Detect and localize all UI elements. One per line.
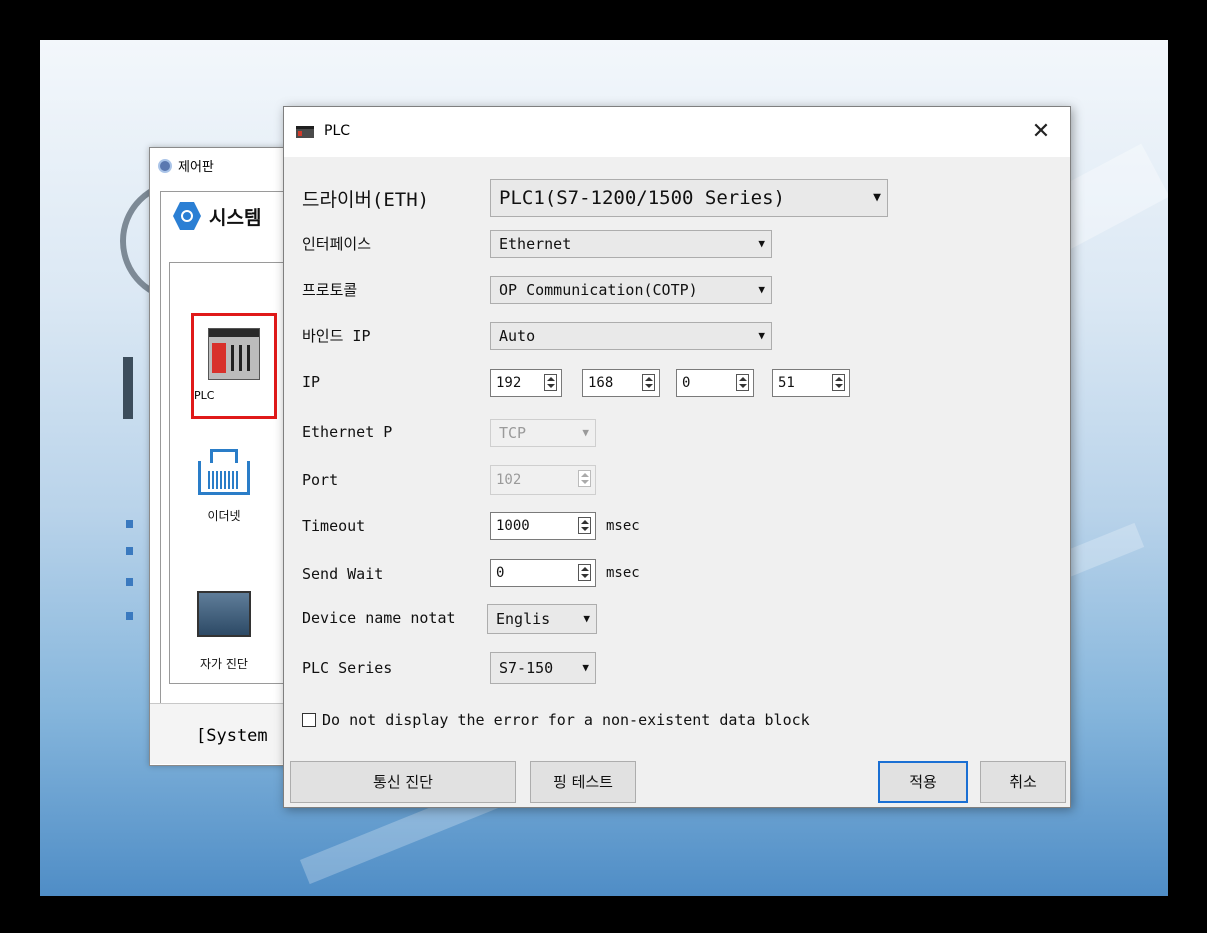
background-bullet xyxy=(126,578,133,586)
spinner-icon[interactable] xyxy=(642,374,655,391)
ethernet-item[interactable]: 이더넷 xyxy=(184,449,264,524)
plc-series-dropdown[interactable]: S7-150 ▼ xyxy=(490,652,596,684)
chevron-down-icon: ▼ xyxy=(758,329,765,342)
plc-series-value: S7-150 xyxy=(499,659,554,677)
chevron-down-icon: ▼ xyxy=(758,237,765,250)
system-footer-text: [System xyxy=(196,726,268,746)
timeout-input[interactable]: 1000 xyxy=(490,512,596,540)
background-bullet xyxy=(126,612,133,620)
background-monitor xyxy=(123,357,133,419)
spinner-icon[interactable] xyxy=(544,374,557,391)
ip-octet-1[interactable]: 192 xyxy=(490,369,562,397)
chevron-down-icon: ▼ xyxy=(873,190,881,205)
send-wait-value: 0 xyxy=(496,565,505,581)
device-name-notation-dropdown[interactable]: Englis ▼ xyxy=(487,604,597,634)
diagnosis-chart-icon xyxy=(197,591,251,637)
driver-label: 드라이버(ETH) xyxy=(302,189,430,211)
background-bullet xyxy=(126,547,133,555)
bind-ip-label: 바인드 IP xyxy=(302,327,371,345)
close-icon[interactable]: ✕ xyxy=(1026,117,1056,147)
send-wait-label: Send Wait xyxy=(302,565,384,583)
cancel-button[interactable]: 취소 xyxy=(980,761,1066,803)
self-diagnosis-item[interactable]: 자가 진단 xyxy=(184,591,264,672)
ip-octet-4-value: 51 xyxy=(778,375,795,391)
chevron-down-icon: ▼ xyxy=(582,661,589,674)
send-wait-input[interactable]: 0 xyxy=(490,559,596,587)
chevron-down-icon: ▼ xyxy=(758,283,765,296)
comm-diagnosis-button[interactable]: 통신 진단 xyxy=(290,761,516,803)
timeout-label: Timeout xyxy=(302,517,366,535)
driver-value: PLC1(S7-1200/1500 Series) xyxy=(499,187,785,209)
plc-dialog: PLC ✕ 드라이버(ETH) PLC1(S7-1200/1500 Series… xyxy=(283,106,1071,808)
spinner-icon[interactable] xyxy=(578,470,591,487)
protocol-label: 프로토콜 xyxy=(302,281,358,299)
chevron-down-icon: ▼ xyxy=(583,612,590,625)
device-name-notation-label: Device name notat xyxy=(302,609,456,627)
nonexistent-block-label: Do not display the error for a non-exist… xyxy=(322,711,810,729)
port-value: 102 xyxy=(496,472,522,488)
system-header-label: 시스템 xyxy=(209,206,262,229)
interface-label: 인터페이스 xyxy=(302,235,372,253)
plc-icon xyxy=(296,126,314,138)
ethernet-icon xyxy=(194,449,254,495)
protocol-dropdown[interactable]: OP Communication(COTP) ▼ xyxy=(490,276,772,304)
background-bullet xyxy=(126,520,133,528)
plc-icon xyxy=(208,328,260,380)
chevron-down-icon: ▼ xyxy=(582,426,589,439)
protocol-value: OP Communication(COTP) xyxy=(499,281,698,299)
ethernet-protocol-dropdown[interactable]: TCP ▼ xyxy=(490,419,596,447)
plc-item-label: PLC xyxy=(194,389,215,402)
ethernet-item-label: 이더넷 xyxy=(207,509,241,523)
spinner-icon[interactable] xyxy=(578,517,591,534)
timeout-unit: msec xyxy=(606,518,640,534)
nonexistent-block-option[interactable]: Do not display the error for a non-exist… xyxy=(302,711,810,729)
gear-icon xyxy=(158,158,172,173)
bind-ip-value: Auto xyxy=(499,327,536,345)
spinner-icon[interactable] xyxy=(578,564,591,581)
ip-label: IP xyxy=(302,373,321,391)
ip-octet-2-value: 168 xyxy=(588,375,614,391)
control-panel-footer: [System xyxy=(150,703,300,764)
checkbox[interactable] xyxy=(302,713,316,727)
spinner-icon[interactable] xyxy=(736,374,749,391)
plc-item[interactable]: PLC xyxy=(191,313,277,419)
ip-octet-4[interactable]: 51 xyxy=(772,369,850,397)
ip-octet-3[interactable]: 0 xyxy=(676,369,754,397)
ethernet-protocol-value: TCP xyxy=(499,424,527,442)
plc-dialog-titlebar: PLC ✕ xyxy=(284,107,1070,157)
driver-dropdown[interactable]: PLC1(S7-1200/1500 Series) ▼ xyxy=(490,179,888,217)
self-diagnosis-item-label: 자가 진단 xyxy=(200,657,248,671)
control-panel-window: 제어판 시스템 PLC 이더넷 자가 진단 [System xyxy=(149,147,301,766)
ping-test-button[interactable]: 핑 테스트 xyxy=(530,761,636,803)
control-panel-icon-list: PLC 이더넷 자가 진단 xyxy=(169,262,300,684)
interface-value: Ethernet xyxy=(499,235,572,253)
apply-button[interactable]: 적용 xyxy=(878,761,968,803)
dialog-title: PLC xyxy=(324,123,351,139)
ip-octet-2[interactable]: 168 xyxy=(582,369,660,397)
port-input[interactable]: 102 xyxy=(490,465,596,495)
ip-octet-3-value: 0 xyxy=(682,375,691,391)
settings-icon xyxy=(173,202,201,230)
send-wait-unit: msec xyxy=(606,565,640,581)
timeout-value: 1000 xyxy=(496,518,530,534)
ethernet-protocol-label: Ethernet P xyxy=(302,423,393,441)
ip-octet-1-value: 192 xyxy=(496,375,522,391)
port-label: Port xyxy=(302,471,339,489)
spinner-icon[interactable] xyxy=(832,374,845,391)
control-panel-title: 제어판 xyxy=(178,160,214,175)
plc-series-label: PLC Series xyxy=(302,659,393,677)
device-name-notation-value: Englis xyxy=(496,610,551,628)
control-panel-titlebar: 제어판 xyxy=(158,156,214,175)
system-header: 시스템 xyxy=(173,202,261,230)
interface-dropdown[interactable]: Ethernet ▼ xyxy=(490,230,772,258)
control-panel-body: 시스템 PLC 이더넷 자가 진단 xyxy=(160,191,301,738)
bind-ip-dropdown[interactable]: Auto ▼ xyxy=(490,322,772,350)
